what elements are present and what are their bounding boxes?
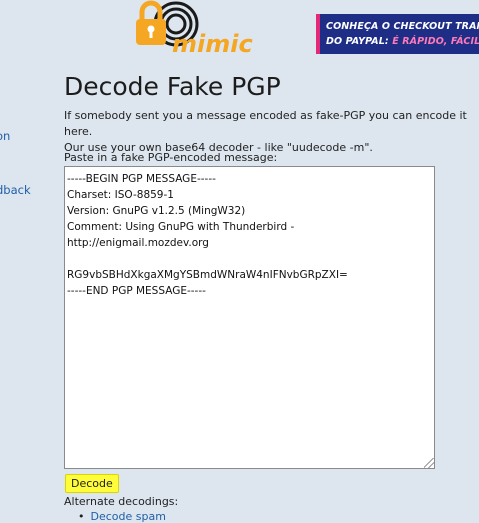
message-textarea[interactable]: -----BEGIN PGP MESSAGE----- Charset: ISO… [64,166,435,469]
logo-text: mimic [172,30,253,58]
mimic-logo[interactable]: mimic [132,0,267,58]
alternate-decodings-label: Alternate decodings: [64,495,179,508]
sidebar-link-1[interactable]: on [0,129,10,143]
paste-label: Paste in a fake PGP-encoded message: [64,151,278,164]
resize-grip-icon[interactable] [424,458,434,468]
page-title: Decode Fake PGP [64,72,281,101]
ad-line-1: CONHEÇA O CHECKOUT TRANSPAREN [326,21,479,32]
sidebar-link-2[interactable]: dback [0,183,31,197]
paypal-ad-banner[interactable]: CONHEÇA O CHECKOUT TRANSPAREN DO PAYPAL:… [316,14,479,54]
lock-logo-icon: mimic [136,0,253,58]
intro-text: If somebody sent you a message encoded a… [64,108,479,156]
ad-line-2: DO PAYPAL: É RÁPIDO, FÁCIL E SEGUR [326,36,479,47]
ad-line-2-prefix: DO PAYPAL: [326,36,393,47]
page: on dback mimic CONHEÇA O CHECKOUT TRANSP… [0,0,479,523]
decode-button[interactable]: Decode [65,474,119,493]
ad-line-2-highlight: É RÁPIDO, FÁCIL E SEGUR [392,36,479,47]
intro-line-1: If somebody sent you a message encoded a… [64,109,467,138]
